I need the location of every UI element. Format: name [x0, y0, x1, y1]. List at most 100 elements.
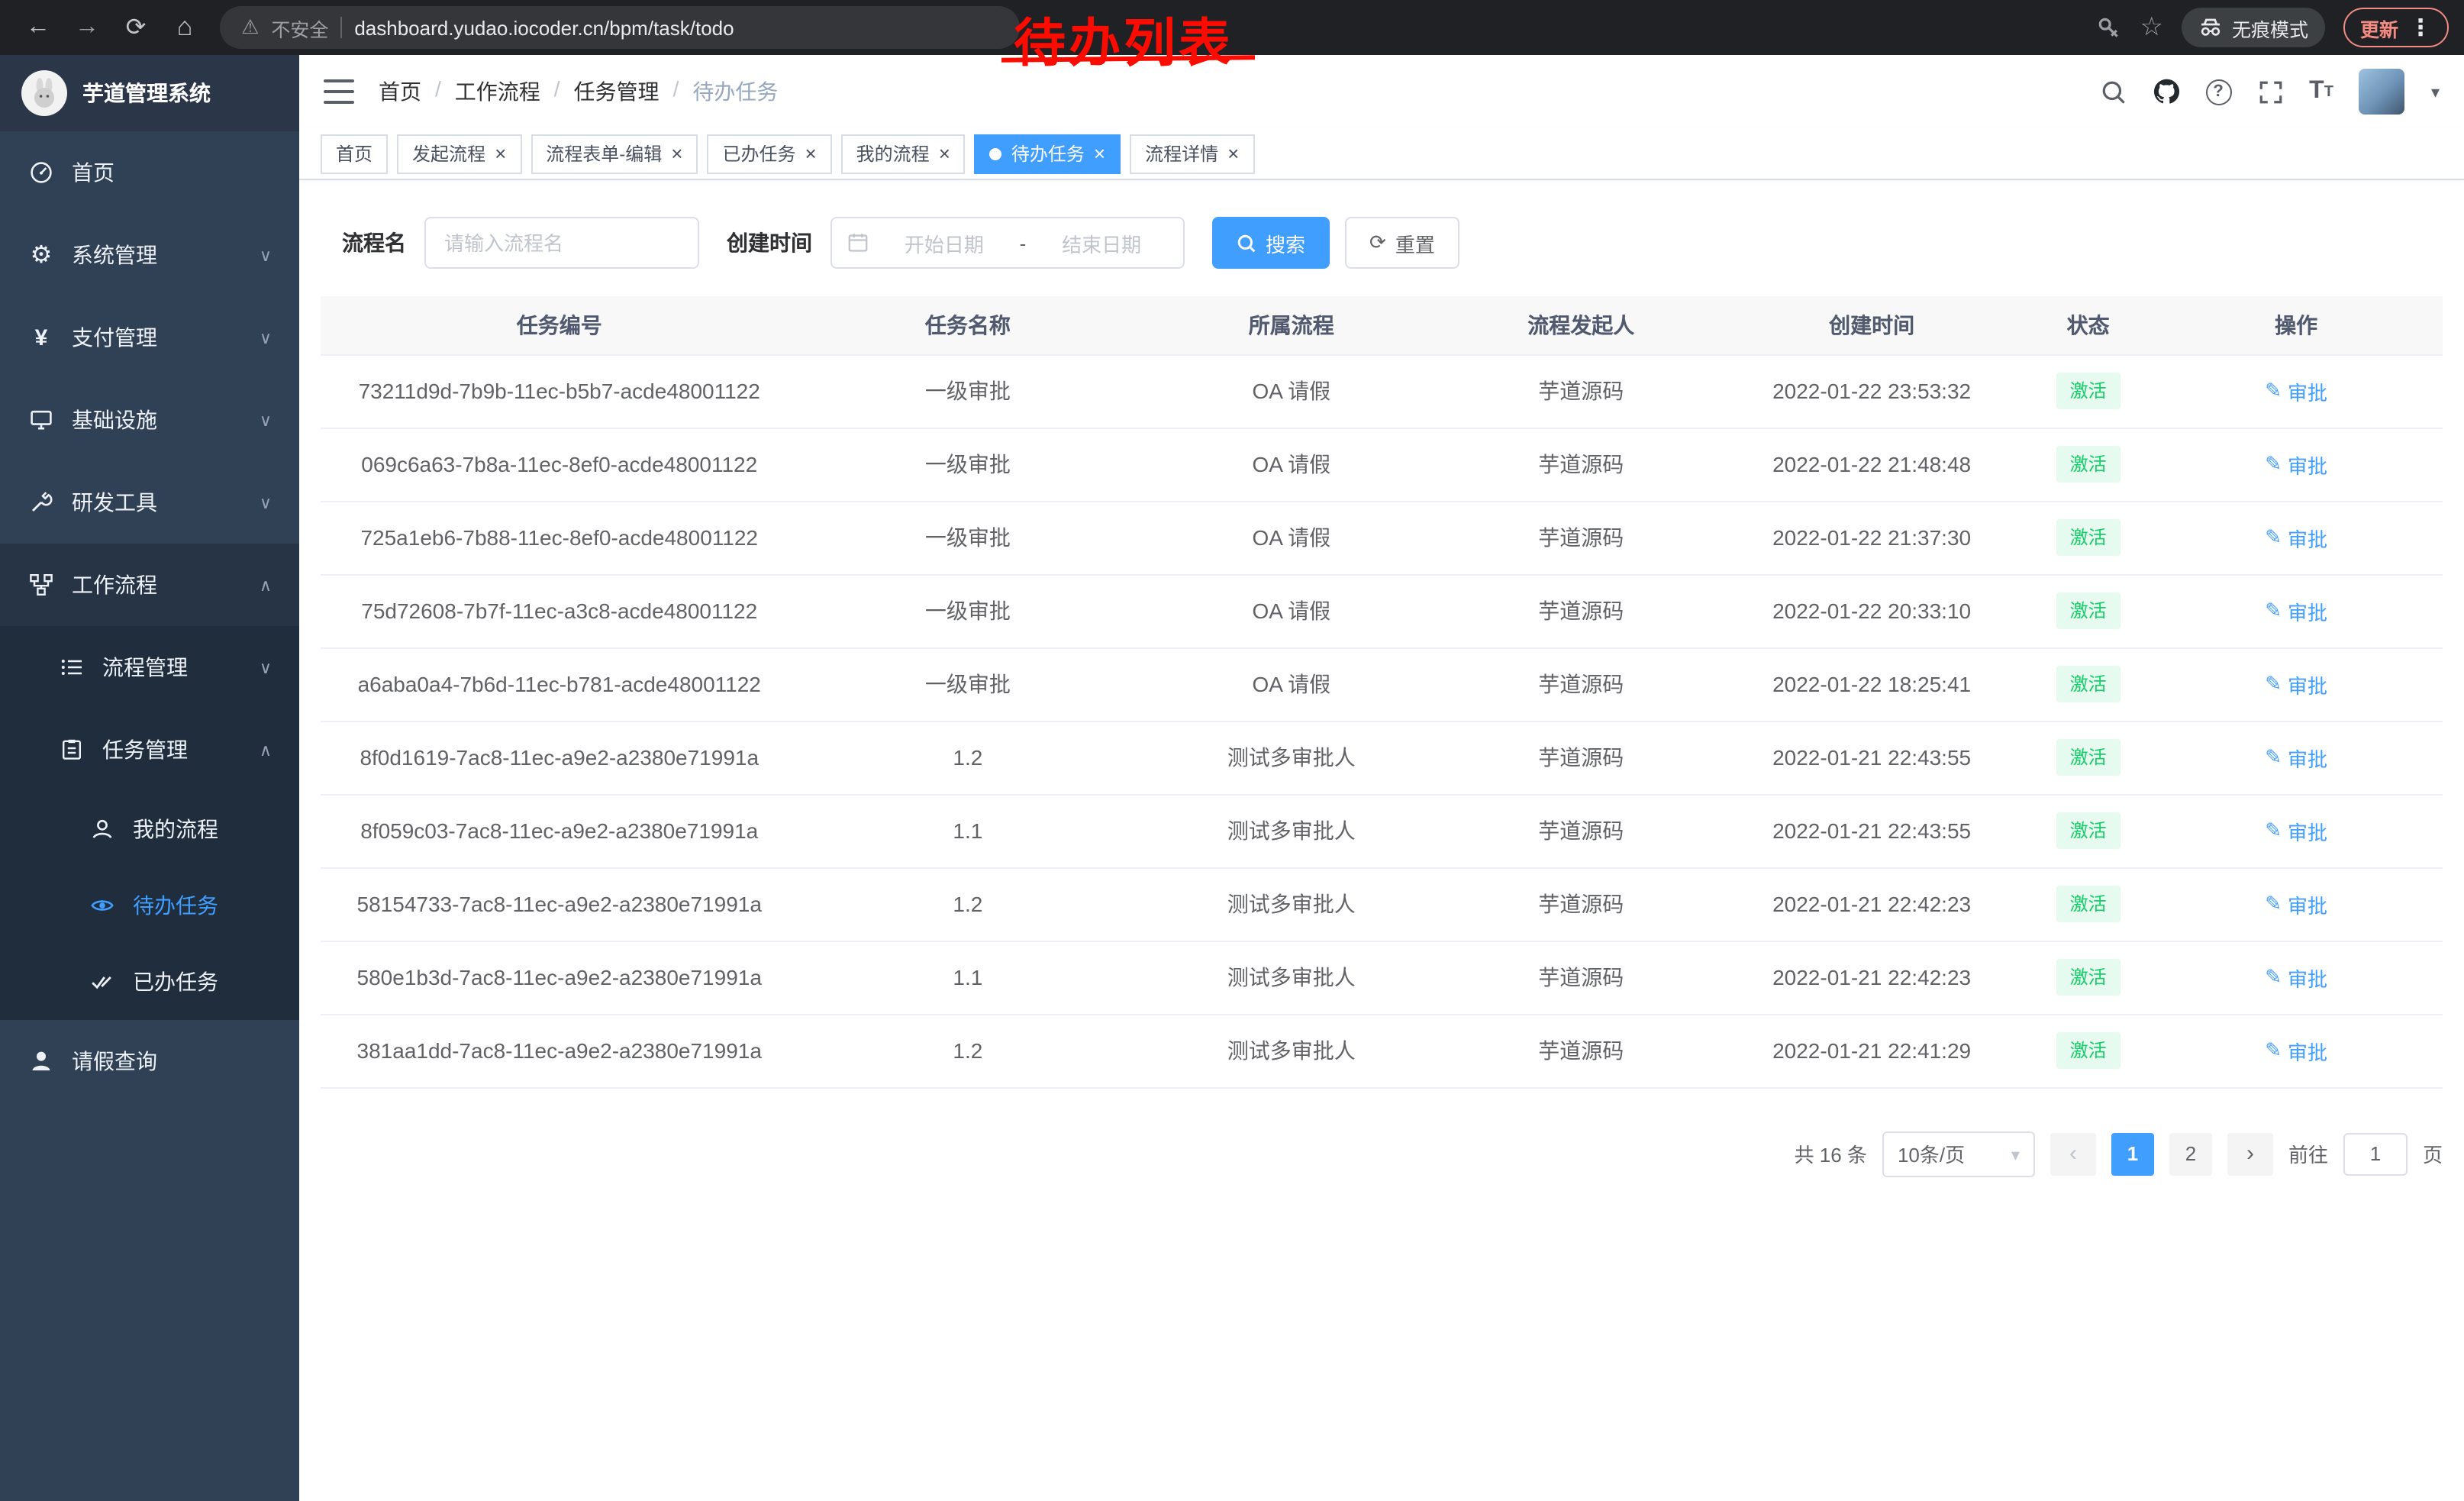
approve-link[interactable]: 审批	[2265, 450, 2327, 479]
approve-link[interactable]: 审批	[2265, 963, 2327, 992]
url-text: dashboard.yudao.iocoder.cn/bpm/task/todo	[354, 16, 734, 39]
sidebar-item-system[interactable]: 系统管理	[0, 214, 299, 296]
col-process: 所属流程	[1137, 296, 1445, 354]
breadcrumb-workflow[interactable]: 工作流程	[455, 76, 540, 107]
prev-page-button[interactable]	[2050, 1132, 2096, 1175]
approve-link[interactable]: 审批	[2265, 670, 2327, 699]
task-id-cell: 381aa1dd-7ac8-11ec-a9e2-a2380e71991a	[357, 1038, 762, 1063]
sidebar-item-done-task[interactable]: 已办任务	[0, 944, 299, 1020]
status-badge: 激活	[2056, 519, 2121, 556]
sidebar-item-devtools[interactable]: 研发工具	[0, 461, 299, 544]
close-icon[interactable]	[1227, 143, 1239, 164]
tab-process-detail[interactable]: 流程详情	[1130, 134, 1254, 173]
sidebar-item-process-management[interactable]: 流程管理	[0, 626, 299, 709]
tab-todo-task[interactable]: 待办任务	[975, 134, 1121, 173]
process-cell: 测试多审批人	[1227, 745, 1356, 770]
page-number-1[interactable]: 1	[2111, 1132, 2154, 1175]
chevron-down-icon	[260, 245, 272, 265]
sidebar-item-todo-task[interactable]: 待办任务	[0, 867, 299, 944]
task-name-cell: 1.2	[953, 892, 982, 916]
tab-start-process[interactable]: 发起流程	[397, 134, 521, 173]
sidebar-item-label: 基础设施	[72, 405, 157, 435]
close-icon[interactable]	[1094, 143, 1105, 164]
breadcrumb-task-management[interactable]: 任务管理	[574, 76, 660, 107]
clipboard-icon	[58, 738, 85, 762]
browser-menu-icon[interactable]	[2409, 14, 2432, 41]
edit-icon	[2265, 965, 2282, 989]
status-badge: 激活	[2056, 666, 2121, 702]
tab-my-process[interactable]: 我的流程	[841, 134, 966, 173]
gear-icon	[27, 240, 55, 270]
process-name-input[interactable]	[424, 217, 699, 269]
search-icon[interactable]	[2100, 79, 2126, 105]
edit-icon	[2265, 818, 2282, 843]
create-time-cell: 2022-01-21 22:42:23	[1772, 965, 1971, 989]
browser-home-icon[interactable]	[162, 6, 208, 49]
sidebar-item-payment[interactable]: 支付管理	[0, 296, 299, 379]
sidebar-item-task-management[interactable]: 任务管理	[0, 709, 299, 791]
approve-link[interactable]: 审批	[2265, 743, 2327, 772]
page-number-2[interactable]: 2	[2169, 1132, 2212, 1175]
close-icon[interactable]	[939, 143, 950, 164]
search-button-label: 搜索	[1266, 228, 1305, 257]
browser-update-button[interactable]: 更新	[2343, 8, 2449, 47]
approve-link[interactable]: 审批	[2265, 596, 2327, 625]
tab-done-task[interactable]: 已办任务	[707, 134, 831, 173]
close-icon[interactable]	[671, 143, 682, 164]
approve-link[interactable]: 审批	[2265, 889, 2327, 918]
avatar[interactable]	[2359, 69, 2405, 115]
starter-cell: 芋道源码	[1538, 379, 1624, 403]
next-page-button[interactable]	[2227, 1132, 2273, 1175]
github-icon[interactable]	[2152, 78, 2179, 105]
sidebar-item-label: 系统管理	[72, 240, 157, 270]
close-icon[interactable]	[495, 143, 506, 164]
bookmark-star-icon[interactable]	[2140, 12, 2163, 43]
process-cell: OA 请假	[1252, 379, 1330, 403]
breadcrumb-separator	[435, 76, 441, 107]
sidebar-item-leave-query[interactable]: 请假查询	[0, 1020, 299, 1102]
sidebar-item-home[interactable]: 首页	[0, 131, 299, 214]
goto-page-input[interactable]	[2343, 1132, 2408, 1175]
create-time-range-picker[interactable]: 开始日期 - 结束日期	[830, 217, 1185, 269]
browser-forward-icon[interactable]	[64, 6, 110, 49]
app-header: 首页 工作流程 任务管理 待办任务	[299, 55, 2464, 128]
fullscreen-icon[interactable]	[2257, 79, 2283, 105]
table-row: 069c6a63-7b8a-11ec-8ef0-acde48001122 一级审…	[321, 428, 2443, 501]
breadcrumb-current: 待办任务	[692, 76, 778, 107]
avatar-caret-icon[interactable]	[2431, 78, 2440, 105]
browser-reload-icon[interactable]	[113, 6, 159, 49]
col-task-id: 任务编号	[321, 296, 798, 354]
process-cell: OA 请假	[1252, 672, 1330, 696]
status-badge: 激活	[2056, 446, 2121, 483]
reset-button[interactable]: 重置	[1345, 217, 1459, 269]
font-size-icon[interactable]	[2309, 78, 2333, 105]
starter-cell: 芋道源码	[1538, 672, 1624, 696]
breadcrumb-home[interactable]: 首页	[379, 76, 421, 107]
tab-home[interactable]: 首页	[321, 134, 388, 173]
browser-back-icon[interactable]	[15, 6, 61, 49]
starter-cell: 芋道源码	[1538, 892, 1624, 916]
password-key-icon[interactable]	[2095, 15, 2121, 40]
approve-link[interactable]: 审批	[2265, 816, 2327, 845]
sidebar-item-infrastructure[interactable]: 基础设施	[0, 379, 299, 461]
sidebar: 芋道管理系统 首页 系统管理 支付管理 基础设施	[0, 55, 299, 1501]
search-button[interactable]: 搜索	[1212, 217, 1330, 269]
sidebar-item-workflow[interactable]: 工作流程	[0, 544, 299, 626]
close-icon[interactable]	[805, 143, 816, 164]
status-badge: 激活	[2056, 592, 2121, 629]
page-size-select[interactable]: 10条/页	[1882, 1131, 2035, 1177]
address-bar[interactable]: 不安全 dashboard.yudao.iocoder.cn/bpm/task/…	[220, 6, 1020, 49]
incognito-badge[interactable]: 无痕模式	[2182, 8, 2325, 47]
sidebar-logo[interactable]: 芋道管理系统	[0, 55, 299, 131]
sidebar-item-label: 待办任务	[133, 890, 218, 921]
tab-process-form-edit[interactable]: 流程表单-编辑	[531, 134, 698, 173]
sidebar-toggle-icon[interactable]	[324, 79, 354, 104]
approve-link[interactable]: 审批	[2265, 523, 2327, 552]
table-body: 73211d9d-7b9b-11ec-b5b7-acde48001122 一级审…	[321, 354, 2443, 1087]
tab-label: 已办任务	[722, 140, 795, 166]
approve-link[interactable]: 审批	[2265, 1036, 2327, 1065]
sidebar-item-my-process[interactable]: 我的流程	[0, 791, 299, 867]
create-time-cell: 2022-01-21 22:43:55	[1772, 745, 1971, 770]
help-icon[interactable]	[2205, 79, 2231, 105]
approve-link[interactable]: 审批	[2265, 376, 2327, 405]
